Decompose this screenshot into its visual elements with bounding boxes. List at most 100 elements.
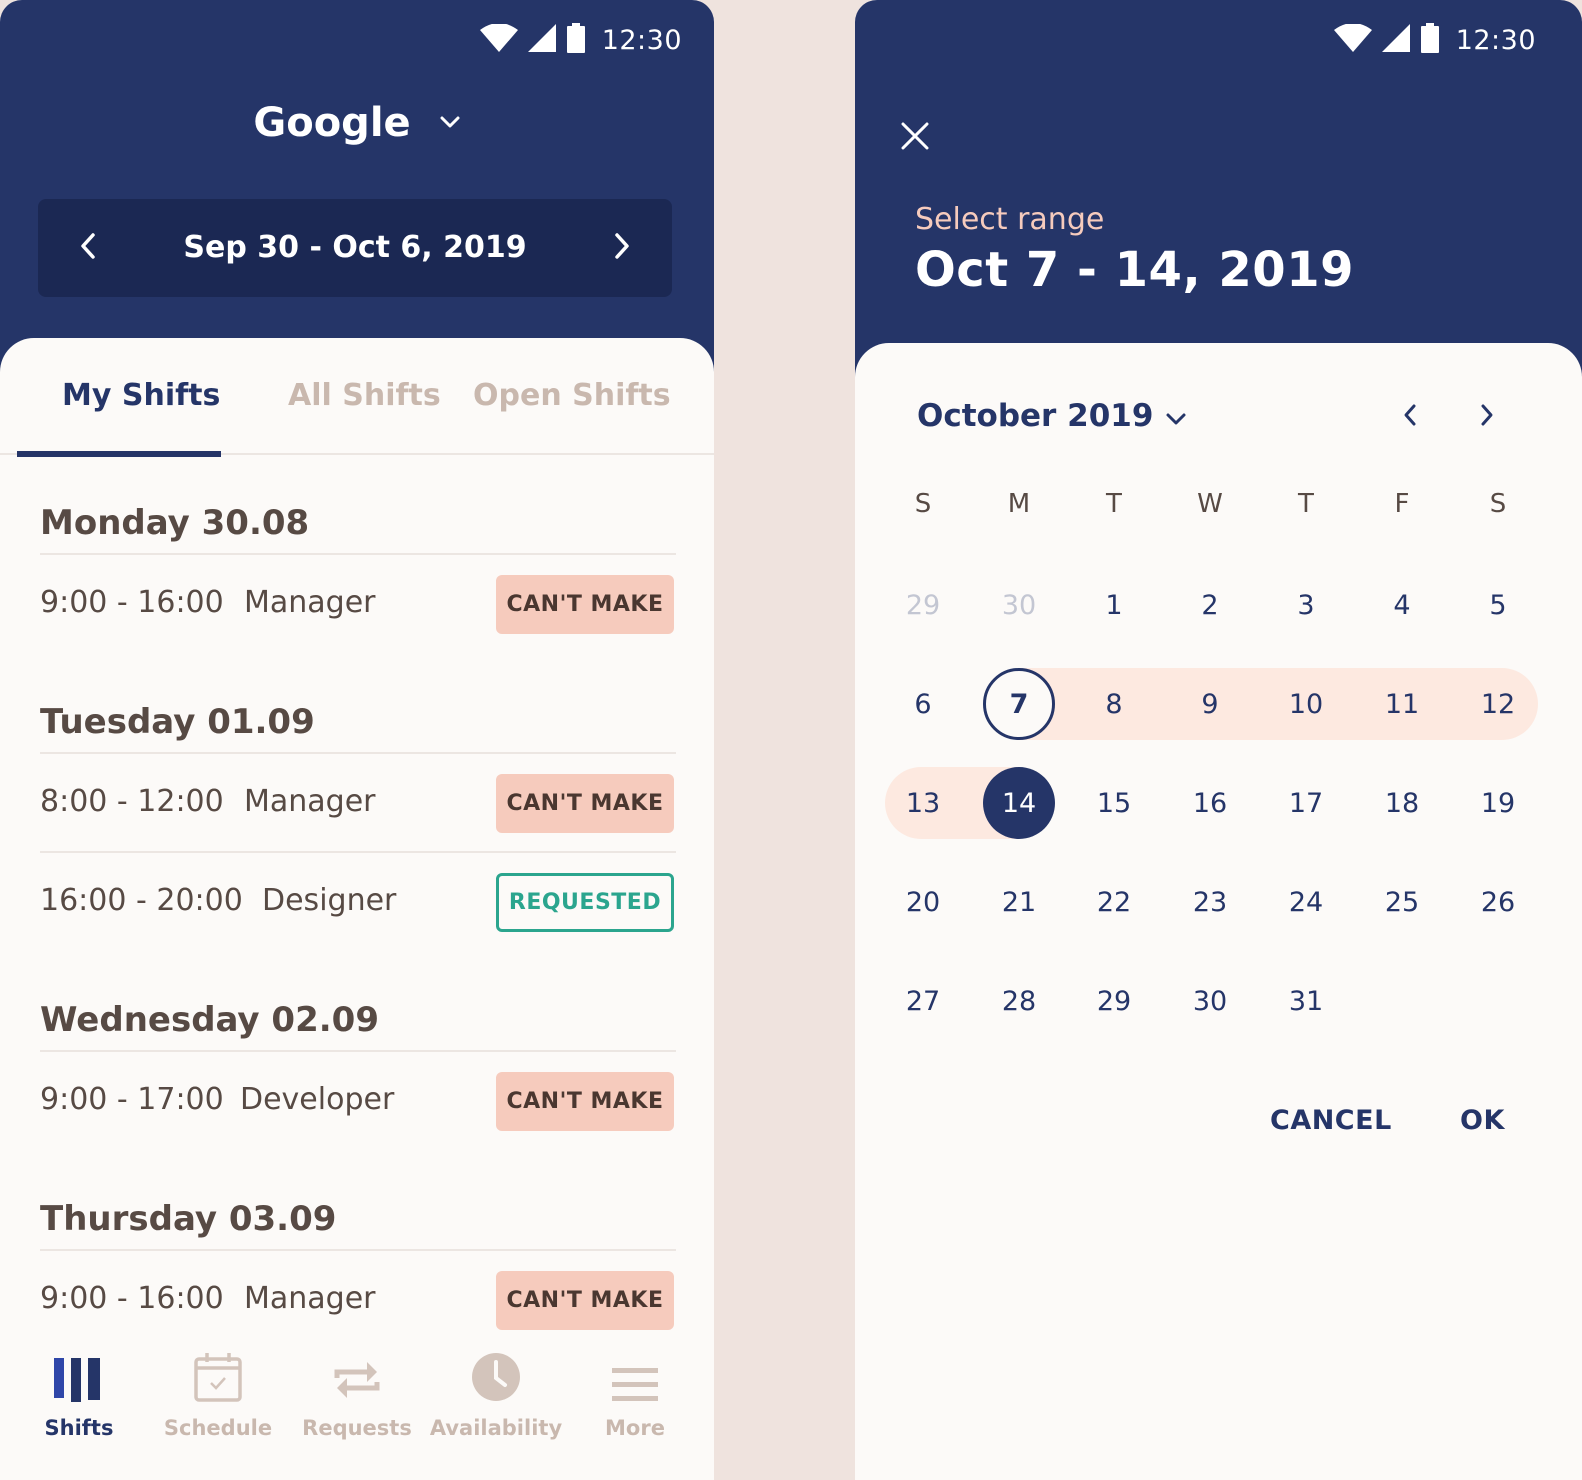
range-start-day[interactable]: 7 <box>983 668 1055 740</box>
status-time: 12:30 <box>601 24 682 56</box>
month-label: October 2019 <box>917 398 1154 434</box>
calendar-day[interactable]: 28 <box>983 965 1055 1037</box>
calendar-day[interactable]: 30 <box>1174 965 1246 1037</box>
calendar-day[interactable]: 15 <box>1078 767 1150 839</box>
shift-row[interactable]: 9:00 - 17:00 Developer CAN'T MAKE <box>40 1052 676 1151</box>
calendar-day[interactable]: 8 <box>1078 668 1150 740</box>
shift-list: Monday 30.08 9:00 - 16:00 Manager CAN'T … <box>40 455 676 1350</box>
calendar-day[interactable]: 29 <box>887 569 959 641</box>
nav-requests[interactable]: Requests <box>287 1330 427 1440</box>
calendar-day[interactable]: 11 <box>1366 668 1438 740</box>
shift-row[interactable]: 9:00 - 16:00 Manager CAN'T MAKE <box>40 555 676 654</box>
calendar-day[interactable]: 29 <box>1078 965 1150 1037</box>
org-name: Google <box>253 100 411 146</box>
calendar-day[interactable]: 5 <box>1462 569 1534 641</box>
calendar-day[interactable]: 30 <box>983 569 1055 641</box>
nav-schedule[interactable]: Schedule <box>148 1330 288 1440</box>
picker-header: 12:30 Select range Oct 7 - 14, 2019 <box>855 0 1582 380</box>
status-bar: 12:30 <box>1333 22 1536 58</box>
calendar-day[interactable]: 23 <box>1174 866 1246 938</box>
weekday-label: T <box>1298 489 1314 519</box>
date-range-picker: 12:30 Select range Oct 7 - 14, 2019 Octo… <box>855 0 1582 1480</box>
calendar-day[interactable]: 27 <box>887 965 959 1037</box>
tab-all-shifts[interactable]: All Shifts <box>288 378 441 413</box>
chevron-right-icon <box>613 232 631 264</box>
select-range-label: Select range <box>915 202 1105 237</box>
shift-row[interactable]: 8:00 - 12:00 Manager CAN'T MAKE <box>40 754 676 853</box>
shifts-screen: 12:30 Google Sep 30 - Oct 6, 2019 My Shi… <box>0 0 714 1480</box>
nav-label: Shifts <box>44 1416 114 1440</box>
calendar-day[interactable]: 2 <box>1174 569 1246 641</box>
month-selector[interactable]: October 2019 <box>917 391 1187 441</box>
cancel-button[interactable]: CANCEL <box>1270 1105 1392 1136</box>
prev-week-button[interactable] <box>38 199 138 297</box>
calendar-day[interactable]: 25 <box>1366 866 1438 938</box>
next-week-button[interactable] <box>572 199 672 297</box>
week-range-label: Sep 30 - Oct 6, 2019 <box>183 230 527 265</box>
shift-time: 9:00 - 16:00 <box>40 585 224 620</box>
chevron-right-icon <box>1479 403 1495 431</box>
nav-shifts[interactable]: Shifts <box>9 1330 149 1440</box>
shift-row[interactable]: 16:00 - 20:00 Designer REQUESTED <box>40 853 676 952</box>
requested-badge[interactable]: REQUESTED <box>496 873 674 932</box>
status-time: 12:30 <box>1455 24 1536 56</box>
range-end-day[interactable]: 14 <box>983 767 1055 839</box>
calendar-day[interactable]: 10 <box>1270 668 1342 740</box>
calendar-day[interactable]: 31 <box>1270 965 1342 1037</box>
cant-make-button[interactable]: CAN'T MAKE <box>496 575 674 634</box>
calendar-day[interactable]: 20 <box>887 866 959 938</box>
calendar-day[interactable]: 17 <box>1270 767 1342 839</box>
calendar-day[interactable]: 26 <box>1462 866 1534 938</box>
calendar-day[interactable]: 13 <box>887 767 959 839</box>
shift-role: Manager <box>244 784 376 819</box>
ok-button[interactable]: OK <box>1460 1105 1505 1136</box>
cant-make-button[interactable]: CAN'T MAKE <box>496 1072 674 1131</box>
calendar-check-icon <box>148 1330 288 1402</box>
cant-make-button[interactable]: CAN'T MAKE <box>496 1271 674 1330</box>
weekday-label: T <box>1106 489 1122 519</box>
chevron-left-icon <box>1402 403 1418 431</box>
calendar-day[interactable]: 16 <box>1174 767 1246 839</box>
shift-role: Designer <box>262 883 397 918</box>
close-button[interactable] <box>895 116 935 156</box>
calendar-day[interactable]: 6 <box>887 668 959 740</box>
tab-my-shifts[interactable]: My Shifts <box>62 378 220 413</box>
day-group: Thursday 03.09 9:00 - 16:00 Manager CAN'… <box>40 1151 676 1350</box>
nav-more[interactable]: More <box>565 1330 705 1440</box>
calendar-day[interactable]: 4 <box>1366 569 1438 641</box>
day-group: Tuesday 01.09 8:00 - 12:00 Manager CAN'T… <box>40 654 676 952</box>
swap-arrows-icon <box>287 1330 427 1402</box>
org-switcher[interactable]: Google <box>0 100 714 146</box>
shift-time: 8:00 - 12:00 <box>40 784 224 819</box>
chevron-down-icon <box>1153 398 1187 434</box>
day-title: Wednesday 02.09 <box>40 952 676 1052</box>
wifi-icon <box>479 23 518 56</box>
nav-availability[interactable]: Availability <box>426 1330 566 1440</box>
shift-role: Manager <box>244 585 376 620</box>
cant-make-button[interactable]: CAN'T MAKE <box>496 774 674 833</box>
shifts-bars-icon <box>9 1330 149 1402</box>
week-selector: Sep 30 - Oct 6, 2019 <box>38 199 672 297</box>
clock-icon <box>426 1330 566 1402</box>
calendar-day[interactable]: 18 <box>1366 767 1438 839</box>
signal-icon <box>527 24 556 56</box>
calendar-day[interactable]: 12 <box>1462 668 1534 740</box>
calendar-day[interactable]: 24 <box>1270 866 1342 938</box>
next-month-button[interactable] <box>1467 397 1507 437</box>
calendar-day[interactable]: 19 <box>1462 767 1534 839</box>
calendar-day[interactable]: 21 <box>983 866 1055 938</box>
nav-label: Requests <box>302 1416 412 1440</box>
shift-time: 9:00 - 16:00 <box>40 1281 224 1316</box>
day-title: Monday 30.08 <box>40 455 676 555</box>
calendar-day[interactable]: 1 <box>1078 569 1150 641</box>
calendar-day[interactable]: 3 <box>1270 569 1342 641</box>
chevron-down-icon <box>425 100 461 146</box>
prev-month-button[interactable] <box>1390 397 1430 437</box>
shift-time: 16:00 - 20:00 <box>40 883 243 918</box>
tab-open-shifts[interactable]: Open Shifts <box>473 378 671 413</box>
close-icon <box>895 122 935 160</box>
shift-tabs: My Shifts All Shifts Open Shifts <box>0 338 714 457</box>
calendar-day[interactable]: 9 <box>1174 668 1246 740</box>
shift-time: 9:00 - 17:00 <box>40 1082 224 1117</box>
calendar-day[interactable]: 22 <box>1078 866 1150 938</box>
